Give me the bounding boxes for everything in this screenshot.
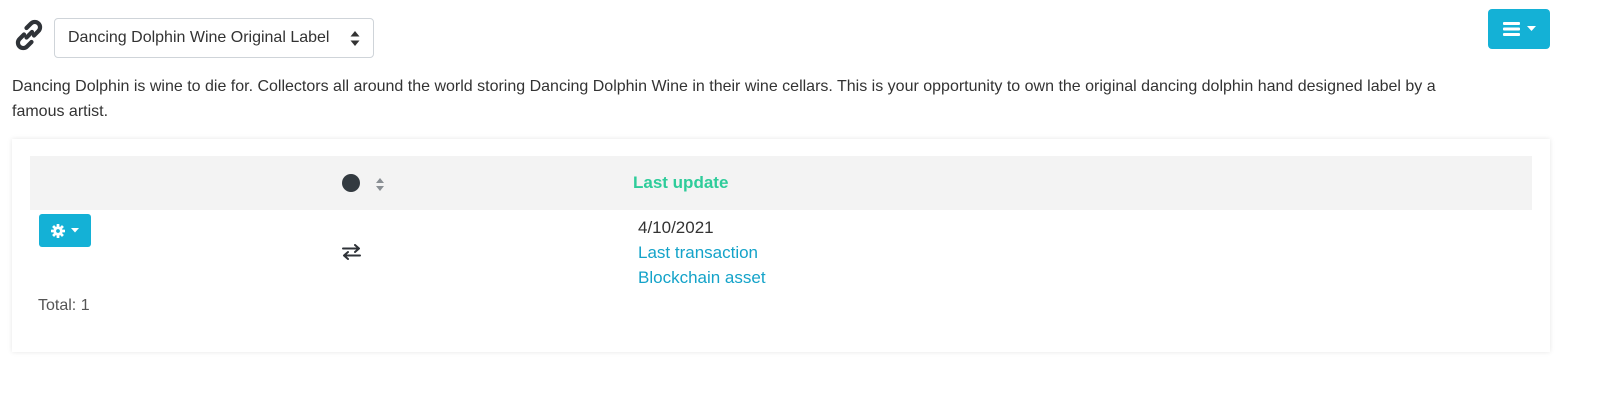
- caret-down-icon: [71, 228, 79, 233]
- table-row: 4/10/2021 Last transaction Blockchain as…: [30, 210, 1532, 297]
- asset-select-value: Dancing Dolphin Wine Original Label: [68, 29, 330, 46]
- page: Dancing Dolphin Wine Original Label Danc…: [0, 0, 1605, 419]
- status-dot-icon: [342, 174, 360, 192]
- transfer-icon: [342, 244, 361, 260]
- caret-down-icon: [1526, 26, 1536, 31]
- table-total: Total: 1: [38, 297, 90, 314]
- hamburger-icon: [1502, 22, 1520, 36]
- menu-button[interactable]: [1488, 9, 1550, 49]
- column-header-last-update[interactable]: Last update: [633, 173, 728, 193]
- table-header: Last update: [30, 156, 1532, 210]
- last-transaction-link[interactable]: Last transaction: [638, 243, 758, 263]
- last-update-date: 4/10/2021: [638, 218, 714, 237]
- sort-caret-icon: [350, 31, 360, 46]
- assets-card: Last update 4/10/2021 Last transaction B…: [12, 139, 1550, 352]
- asset-description: Dancing Dolphin is wine to die for. Coll…: [12, 78, 1436, 120]
- asset-select[interactable]: Dancing Dolphin Wine Original Label: [54, 18, 374, 58]
- blockchain-asset-link[interactable]: Blockchain asset: [638, 268, 766, 288]
- row-actions-button[interactable]: [39, 214, 91, 247]
- sort-icon[interactable]: [375, 177, 385, 192]
- link-icon: [15, 19, 43, 51]
- gear-icon: [51, 223, 65, 238]
